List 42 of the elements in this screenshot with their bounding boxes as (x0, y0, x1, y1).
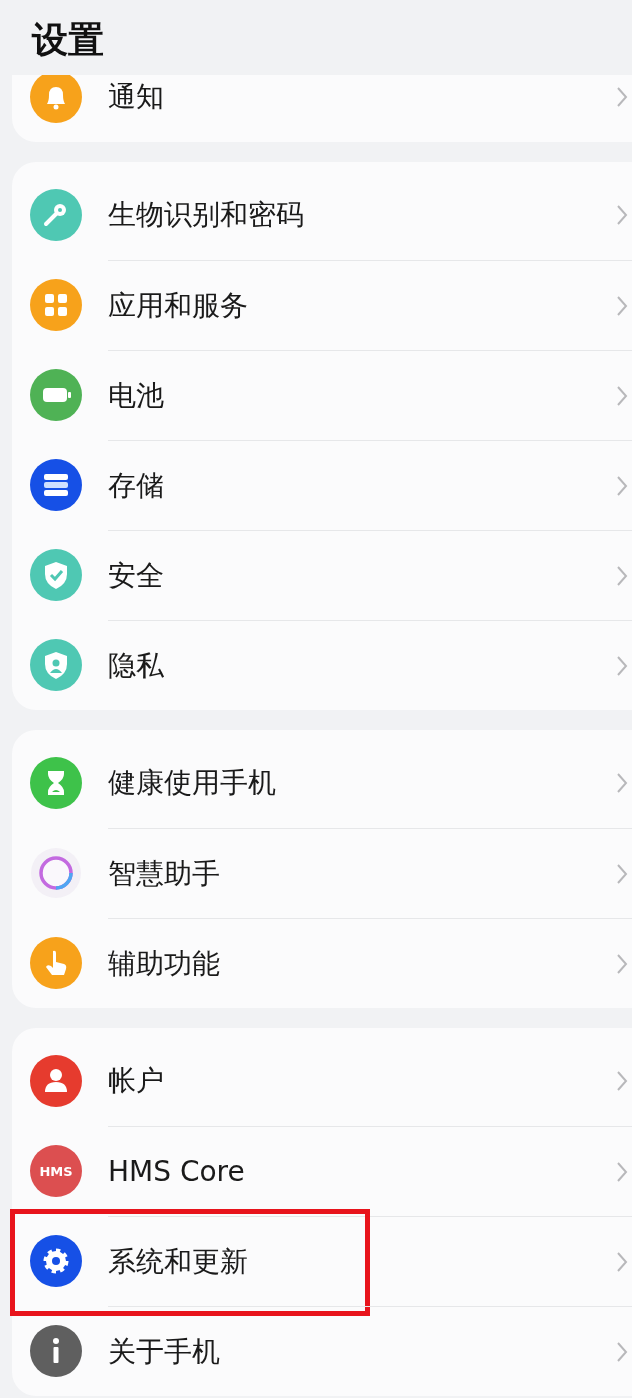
settings-icon (30, 1235, 82, 1287)
chevron-icon (616, 384, 628, 407)
settings-item[interactable]: 应用和服务 (108, 286, 616, 325)
chevron-icon (616, 1070, 628, 1092)
settings-item[interactable]: 安全 (108, 556, 616, 595)
chevron-icon (616, 772, 628, 794)
settings-item[interactable]: 帐户 (108, 1062, 616, 1100)
chevron-icon (616, 1340, 628, 1363)
settings-item[interactable]: 生物识别和密码 (108, 196, 616, 234)
battery-icon (30, 369, 82, 421)
settings-item[interactable]: 辅助功能 (108, 944, 616, 983)
apps-icon (30, 279, 82, 331)
chevron-icon (616, 86, 628, 108)
hourglass-icon (30, 757, 82, 809)
hms-logo-text: HMS (30, 1145, 82, 1197)
chevron-icon (616, 952, 628, 975)
chevron-icon (616, 1160, 628, 1183)
page-title: 设置 (32, 17, 104, 58)
ring-icon (30, 847, 82, 899)
chevron-icon (616, 862, 628, 885)
settings-item[interactable]: HMS Core (108, 1155, 616, 1188)
shield-person-icon (30, 639, 82, 691)
chevron-icon (616, 294, 628, 317)
chevron-icon (616, 474, 628, 497)
hand-icon (30, 937, 82, 989)
shield-check-icon (30, 549, 82, 601)
settings-item[interactable]: 电池 (108, 376, 616, 415)
chevron-icon (616, 204, 628, 226)
settings-item[interactable]: 隐私 (108, 646, 616, 685)
settings-item[interactable]: 存储 (108, 466, 616, 505)
settings-item[interactable]: 关于手机 (108, 1332, 616, 1371)
settings-item[interactable]: 健康使用手机 (108, 764, 616, 802)
chevron-icon (616, 654, 628, 677)
info-icon (30, 1325, 82, 1377)
storage-icon (30, 459, 82, 511)
chevron-icon (616, 1250, 628, 1273)
settings-item[interactable]: 智慧助手 (108, 854, 616, 893)
chevron-icon (616, 564, 628, 587)
key-icon (30, 189, 82, 241)
person-icon (30, 1055, 82, 1107)
settings-item[interactable]: 通知 (108, 78, 616, 116)
settings-item[interactable]: 系统和更新 (108, 1242, 616, 1281)
